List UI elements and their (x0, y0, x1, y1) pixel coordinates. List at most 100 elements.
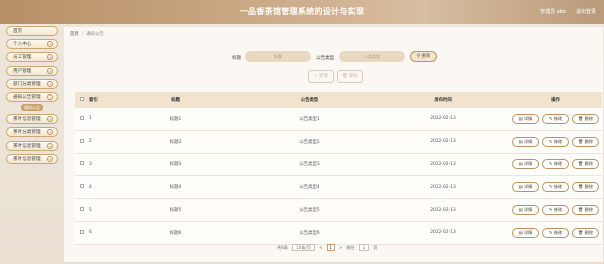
sidebar-item-label: 茶叶信息管理 (13, 156, 41, 162)
logout-link[interactable]: 退出登录 (576, 8, 596, 15)
row-title: 标题3 (169, 162, 182, 168)
sidebar-item-label: 员工管理 (13, 55, 32, 61)
chevron-down-icon: ⌄ (47, 116, 53, 123)
sidebar-item-notice[interactable]: 通知公告管理 ⌃ (6, 91, 58, 102)
row-checkbox[interactable] (80, 207, 84, 212)
detail-label: 详情 (523, 161, 533, 167)
edit-label: 修改 (553, 138, 563, 144)
detail-icon: ▤ (518, 184, 523, 190)
edit-button[interactable]: ✎ 修改 (542, 227, 569, 238)
delete-button[interactable]: 🗑 删除 (572, 227, 599, 238)
table-row: 4 标题4 公告类型4 2022-02-13 ▤ 详情 ✎ 修改 🗑 删除 (75, 176, 602, 200)
delete-button[interactable]: 🗑 删除 (572, 136, 599, 147)
sidebar-item-tea-info-2[interactable]: 茶叶信息管理 ⌄ (6, 140, 58, 151)
row-title: 标题4 (169, 185, 182, 191)
edit-button[interactable]: ✎ 修改 (542, 205, 569, 216)
sidebar-item-label: 通知公告管理 (13, 94, 41, 100)
delete-button[interactable]: 🗑 删除 (572, 159, 599, 170)
detail-icon: ▤ (518, 161, 523, 167)
edit-button[interactable]: ✎ 修改 (542, 136, 569, 147)
batch-delete-button[interactable]: 🗑 删除 (337, 70, 363, 83)
current-user: 管理员 abo (540, 9, 566, 15)
breadcrumb-home[interactable]: 首页 (70, 32, 79, 37)
sidebar-item-label: 茶叶信息管理 (13, 117, 41, 123)
chevron-down-icon: ⌄ (47, 41, 53, 48)
add-button[interactable]: + 新增 (308, 70, 334, 83)
detail-icon: ▤ (518, 138, 523, 144)
edit-button[interactable]: ✎ 修改 (542, 182, 569, 193)
delete-button[interactable]: 🗑 删除 (572, 182, 599, 193)
row-time: 2022-02-13 (430, 230, 456, 236)
trash-icon: 🗑 (577, 207, 584, 213)
row-index: 4 (89, 184, 92, 190)
chevron-down-icon: ⌄ (47, 80, 53, 87)
row-checkbox[interactable] (80, 115, 84, 120)
sidebar-item-tea-info[interactable]: 茶叶信息管理 ⌄ (6, 114, 58, 125)
edit-icon: ✎ (548, 161, 553, 167)
search-button[interactable]: ⚲ 查询 (410, 51, 437, 62)
detail-button[interactable]: ▤ 详情 (512, 113, 539, 124)
page-unit-label: 页 (373, 244, 378, 250)
row-type: 公告类型1 (299, 116, 320, 122)
sidebar-item-label: 茶叶信息管理 (13, 143, 41, 149)
row-title: 标题5 (169, 208, 182, 214)
detail-button[interactable]: ▤ 详情 (512, 227, 539, 238)
sidebar-item-label: 部门分类管理 (13, 81, 41, 87)
detail-button[interactable]: ▤ 详情 (512, 182, 539, 193)
sidebar-item-department[interactable]: 部门分类管理 ⌄ (6, 78, 58, 89)
row-time: 2022-02-13 (430, 207, 456, 213)
table-row: 5 标题5 公告类型5 2022-02-13 ▤ 详情 ✎ 修改 🗑 删除 (75, 199, 602, 222)
chevron-down-icon: ⌄ (47, 54, 53, 61)
prev-page-button[interactable]: < (319, 245, 323, 250)
row-checkbox[interactable] (80, 184, 84, 189)
sidebar-item-home[interactable]: 首页 (6, 26, 58, 36)
type-search-input[interactable]: 公告类型 (339, 51, 405, 62)
sidebar-item-users[interactable]: 用户管理 ⌄ (6, 65, 58, 76)
sidebar-item-staff[interactable]: 员工管理 ⌄ (6, 52, 58, 63)
row-type: 公告类型3 (299, 162, 320, 168)
delete-label: 删除 (584, 161, 594, 167)
col-ops: 操作 (551, 98, 560, 103)
sidebar-item-label: 个人中心 (13, 42, 32, 48)
goto-page-input[interactable]: 1 (358, 244, 370, 251)
next-page-button[interactable]: > (339, 245, 343, 250)
delete-button[interactable]: 🗑 删除 (572, 113, 599, 124)
sidebar-item-label: 用户管理 (13, 68, 32, 74)
detail-button[interactable]: ▤ 详情 (512, 205, 539, 216)
table-header: 索引 标题 公告类型 发布时间 操作 (75, 92, 602, 108)
edit-icon: ✎ (548, 207, 553, 213)
trash-icon: 🗑 (577, 184, 584, 190)
trash-icon: 🗑 (342, 74, 348, 79)
select-all-checkbox[interactable] (80, 97, 84, 101)
current-page[interactable]: 1 (326, 244, 335, 251)
sidebar-item-tea-category[interactable]: 茶叶分类管理 ⌄ (6, 127, 58, 138)
edit-button[interactable]: ✎ 修改 (542, 159, 569, 170)
detail-button[interactable]: ▤ 详情 (512, 136, 539, 147)
edit-label: 修改 (553, 207, 563, 213)
table-row: 6 标题6 公告类型6 2022-02-13 ▤ 详情 ✎ 修改 🗑 删除 (75, 221, 602, 245)
row-title: 标题1 (169, 116, 182, 122)
row-checkbox[interactable] (80, 229, 84, 234)
edit-button[interactable]: ✎ 修改 (542, 113, 569, 124)
plus-icon: + (314, 74, 318, 79)
sidebar-subitem-notice[interactable]: 通知公告 (21, 104, 43, 112)
row-checkbox[interactable] (80, 138, 84, 143)
row-time: 2022-02-13 (430, 161, 456, 167)
trash-icon: 🗑 (577, 161, 584, 167)
row-checkbox[interactable] (80, 161, 84, 166)
detail-label: 详情 (523, 184, 533, 190)
page-size-select[interactable]: 10条/页 (292, 244, 316, 251)
search-icon: ⚲ (416, 54, 420, 59)
app-title: 一品香茶馆管理系统的设计与实现 (239, 7, 365, 16)
detail-button[interactable]: ▤ 详情 (512, 159, 539, 170)
delete-label: 删除 (584, 184, 594, 190)
delete-button[interactable]: 🗑 删除 (572, 205, 599, 216)
row-index: 6 (89, 230, 92, 236)
search-button-label: 查询 (421, 54, 431, 59)
title-search-input[interactable]: 标题 (245, 51, 311, 62)
sidebar-item-tea-info-3[interactable]: 茶叶信息管理 ⌄ (6, 153, 58, 164)
edit-label: 修改 (553, 229, 563, 235)
pagination: 共6条 10条/页 < 1 > 前往 1 页 (277, 244, 377, 251)
breadcrumb-current: 通知公告 (86, 32, 104, 37)
sidebar-item-profile[interactable]: 个人中心 ⌄ (6, 39, 58, 50)
